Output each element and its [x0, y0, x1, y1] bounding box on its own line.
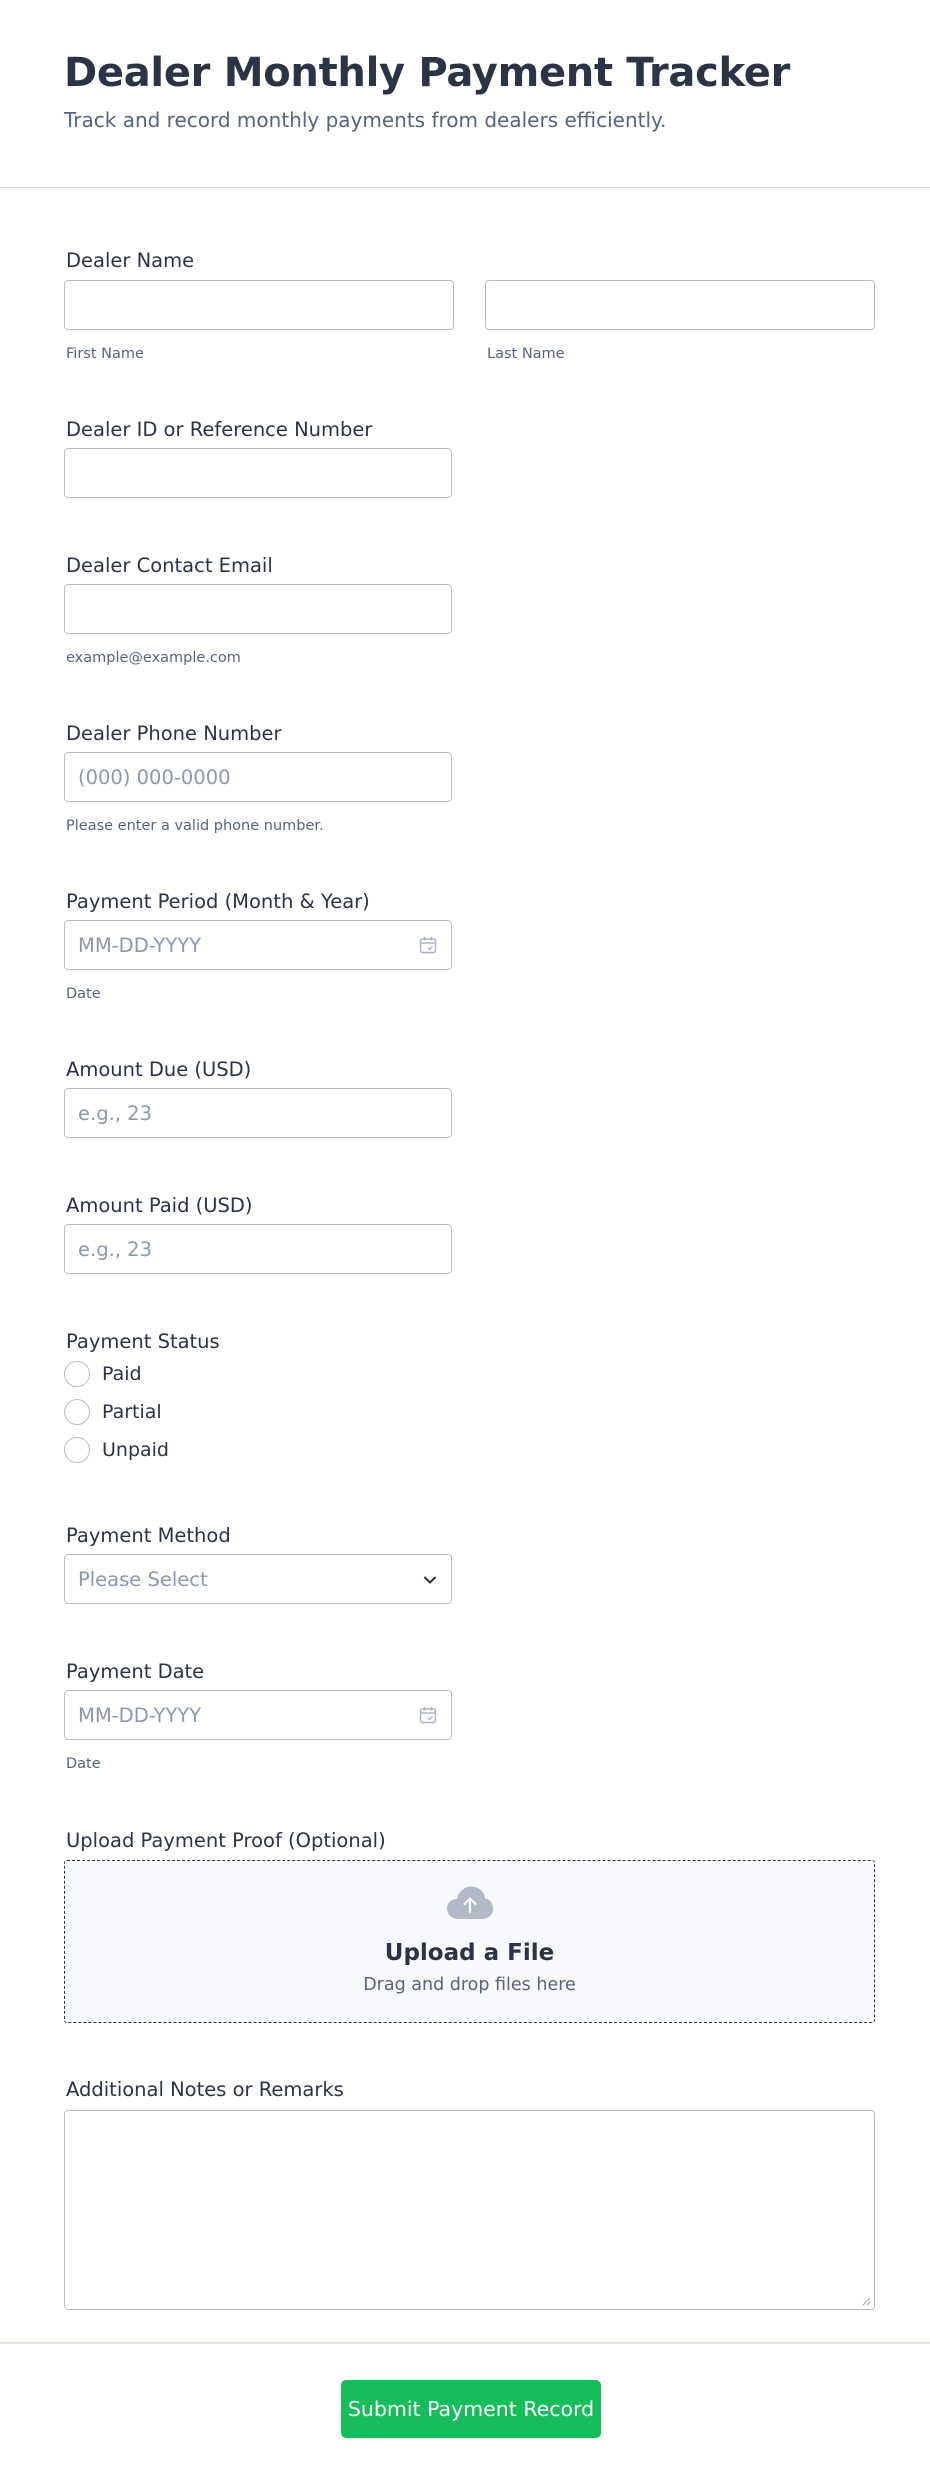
submit-button[interactable]: Submit Payment Record — [341, 2380, 601, 2438]
page-title: Dealer Monthly Payment Tracker — [64, 50, 791, 96]
phone-label: Dealer Phone Number — [66, 722, 282, 745]
payment-method-select[interactable]: Please Select — [64, 1554, 452, 1604]
payment-date-sublabel: Date — [66, 1756, 101, 1772]
dealer-id-label: Dealer ID or Reference Number — [66, 418, 373, 441]
email-label: Dealer Contact Email — [66, 554, 273, 577]
radio-label-partial: Partial — [102, 1401, 162, 1423]
payment-period-sublabel: Date — [66, 986, 101, 1002]
first-name-input[interactable] — [64, 280, 454, 330]
amount-paid-label: Amount Paid (USD) — [66, 1194, 253, 1217]
cloud-upload-icon — [447, 1886, 493, 1919]
payment-period-placeholder: MM-DD-YYYY — [78, 934, 202, 957]
payment-status-label: Payment Status — [66, 1330, 220, 1353]
file-upload-dropzone[interactable]: Upload a File Drag and drop files here — [64, 1860, 875, 2023]
upload-subtitle: Drag and drop files here — [363, 1975, 576, 1995]
footer-divider — [0, 2342, 930, 2344]
notes-textarea[interactable] — [64, 2110, 875, 2310]
radio-label-paid: Paid — [102, 1363, 142, 1385]
phone-input[interactable]: (000) 000-0000 — [64, 752, 452, 802]
chevron-down-icon — [424, 1576, 436, 1584]
calendar-icon[interactable] — [419, 1706, 437, 1724]
amount-paid-placeholder: e.g., 23 — [78, 1238, 152, 1261]
email-input[interactable] — [64, 584, 452, 634]
phone-placeholder: (000) 000-0000 — [78, 766, 231, 789]
notes-label: Additional Notes or Remarks — [66, 2078, 344, 2101]
radio-circle[interactable] — [64, 1361, 90, 1387]
email-sublabel: example@example.com — [66, 650, 241, 666]
amount-due-label: Amount Due (USD) — [66, 1058, 252, 1081]
last-name-input[interactable] — [485, 280, 875, 330]
page-subtitle: Track and record monthly payments from d… — [64, 108, 667, 132]
payment-period-label: Payment Period (Month & Year) — [66, 890, 370, 913]
amount-due-input[interactable]: e.g., 23 — [64, 1088, 452, 1138]
payment-period-input[interactable]: MM-DD-YYYY — [64, 920, 452, 970]
dealer-name-label: Dealer Name — [66, 249, 195, 272]
payment-method-selected: Please Select — [78, 1568, 208, 1591]
radio-circle[interactable] — [64, 1399, 90, 1425]
calendar-icon[interactable] — [419, 936, 437, 954]
radio-circle[interactable] — [64, 1437, 90, 1463]
phone-sublabel: Please enter a valid phone number. — [66, 818, 324, 834]
payment-date-placeholder: MM-DD-YYYY — [78, 1704, 202, 1727]
upload-title: Upload a File — [384, 1940, 555, 1966]
payment-date-label: Payment Date — [66, 1660, 205, 1683]
dealer-id-input[interactable] — [64, 448, 452, 498]
amount-due-placeholder: e.g., 23 — [78, 1102, 152, 1125]
payment-date-input[interactable]: MM-DD-YYYY — [64, 1690, 452, 1740]
radio-label-unpaid: Unpaid — [102, 1439, 169, 1461]
upload-label: Upload Payment Proof (Optional) — [66, 1829, 386, 1852]
amount-paid-input[interactable]: e.g., 23 — [64, 1224, 452, 1274]
form-header: Dealer Monthly Payment Tracker Track and… — [0, 0, 930, 188]
last-name-sublabel: Last Name — [487, 346, 565, 362]
payment-method-label: Payment Method — [66, 1524, 231, 1547]
resize-grip-icon[interactable] — [861, 2296, 871, 2306]
first-name-sublabel: First Name — [66, 346, 144, 362]
